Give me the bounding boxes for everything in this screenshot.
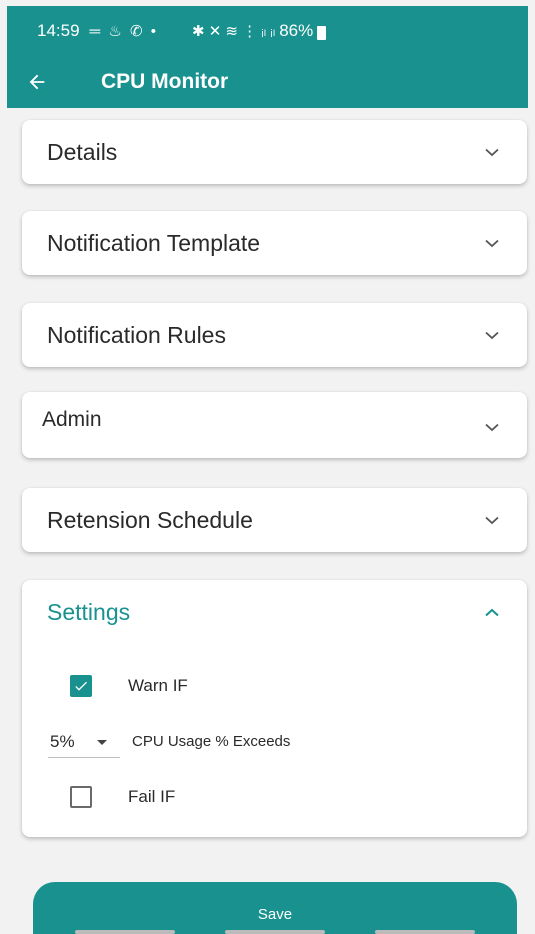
section-label: Notification Template [47,229,261,256]
navigation-hints [0,930,535,934]
status-time: 14:59 [37,21,80,40]
battery-icon [317,26,327,40]
section-header[interactable]: Notification Template [22,211,527,275]
threshold-value: 5% [50,732,75,751]
fail-if-checkbox[interactable] [70,786,92,808]
threshold-description: CPU Usage % Exceeds [132,733,291,750]
status-right-icons: ✱ ✕ ≋ ⋮ ᵢₗ ᵢₗ [191,23,276,40]
chevron-down-icon [485,513,499,527]
section-label: Admin [42,408,102,431]
warn-if-checkbox[interactable] [70,675,92,697]
section-header[interactable]: Admin [22,392,527,458]
battery-percent: 86% [279,21,314,40]
nav-hint-right [375,930,475,934]
check-icon [75,681,87,691]
page-title: CPU Monitor [101,70,229,93]
warn-if-label: Warn IF [128,676,188,695]
chevron-down-icon [485,420,499,434]
section-label: Retension Schedule [47,506,253,533]
section-notification-template[interactable]: Notification Template [22,211,527,275]
status-left-icons: ═ ♨ ✆ • [89,23,158,40]
nav-hint-center [225,930,325,934]
section-label: Notification Rules [47,321,226,348]
app-bar: CPU Monitor [7,56,528,108]
section-retension-schedule[interactable]: Retension Schedule [22,488,527,552]
fail-if-label: Fail IF [128,787,176,806]
dropdown-arrow-icon [96,739,107,745]
status-bar: 14:59 ═ ♨ ✆ • ✱ ✕ ≋ ⋮ ᵢₗ ᵢₗ 86% [7,6,528,56]
section-settings: Settings Warn IF 5% CPU Usage % Exceeds … [22,580,527,837]
warn-if-row: Warn IF [70,675,188,697]
threshold-select[interactable]: 5% [48,727,120,758]
section-header[interactable]: Retension Schedule [22,488,527,552]
chevron-down-icon [485,236,499,250]
section-header[interactable]: Details [22,120,527,184]
arrow-back-icon [29,74,45,90]
section-admin[interactable]: Admin [22,392,527,458]
chevron-up-icon [485,605,499,619]
section-details[interactable]: Details [22,120,527,184]
settings-header[interactable]: Settings [22,580,527,644]
section-header[interactable]: Notification Rules [22,303,527,367]
back-button[interactable] [7,71,67,93]
section-notification-rules[interactable]: Notification Rules [22,303,527,367]
chevron-down-icon [485,328,499,342]
fail-if-row: Fail IF [70,786,175,808]
settings-title: Settings [47,598,131,625]
nav-hint-left [75,930,175,934]
chevron-down-icon [485,145,499,159]
section-label: Details [47,138,118,165]
save-button[interactable]: Save [33,882,517,934]
